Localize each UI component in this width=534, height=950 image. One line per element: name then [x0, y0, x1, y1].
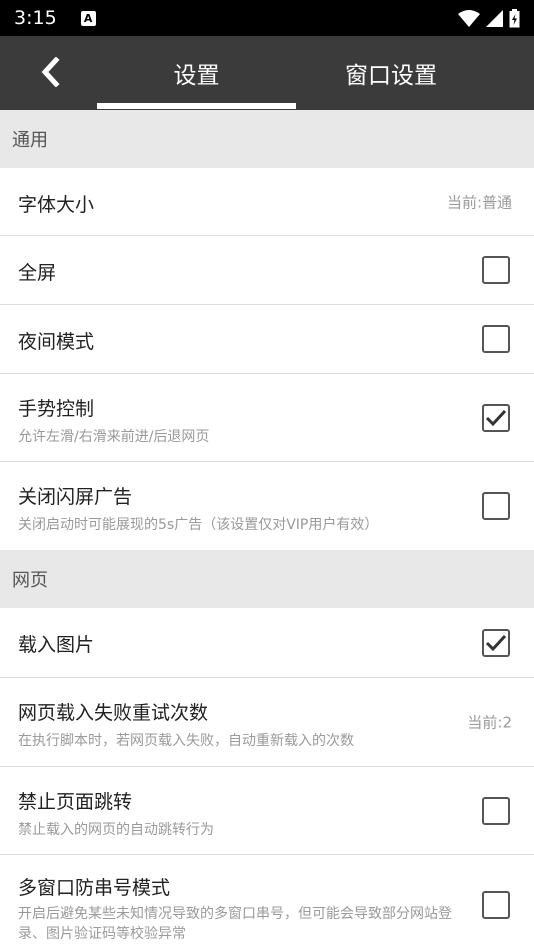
setting-title: 网页载入失败重试次数 — [18, 702, 209, 724]
fullscreen-checkbox[interactable] — [482, 256, 510, 284]
gesture-checkbox[interactable] — [482, 403, 510, 432]
check-icon — [485, 409, 507, 426]
setting-subtitle: 开启后避免某些未知情况导致的多窗口串号，但可能会导致部分网站登录、图片验证码等校… — [18, 906, 452, 942]
setting-gesture-control[interactable]: 手势控制 允许左滑/右滑来前进/后退网页 — [0, 374, 534, 462]
anti-mix-checkbox[interactable] — [482, 890, 510, 919]
setting-title: 载入图片 — [18, 634, 95, 656]
setting-subtitle: 允许左滑/右滑来前进/后退网页 — [18, 429, 210, 445]
setting-night-mode[interactable]: 夜间模式 — [0, 305, 534, 374]
setting-subtitle: 禁止载入的网页的自动跳转行为 — [18, 822, 214, 838]
section-header-general: 通用 — [0, 110, 534, 168]
night-mode-checkbox[interactable] — [482, 325, 510, 353]
wifi-icon — [458, 9, 480, 27]
no-redirect-checkbox[interactable] — [482, 796, 510, 825]
status-time: 3:15 — [14, 7, 57, 29]
setting-title: 字体大小 — [18, 194, 95, 216]
setting-font-size[interactable]: 字体大小 当前:普通 — [0, 168, 534, 236]
setting-title: 手势控制 — [18, 398, 95, 420]
setting-title: 关闭闪屏广告 — [18, 486, 133, 508]
setting-fullscreen[interactable]: 全屏 — [0, 236, 534, 305]
setting-anti-mix-mode[interactable]: 多窗口防串号模式 开启后避免某些未知情况导致的多窗口串号，但可能会导致部分网站登… — [0, 855, 534, 950]
splash-ad-checkbox[interactable] — [482, 492, 510, 520]
a-notification-icon: A — [80, 10, 96, 26]
setting-splash-ad[interactable]: 关闭闪屏广告 关闭启动时可能展现的5s广告（该设置仅对VIP用户有效） — [0, 462, 534, 550]
back-button[interactable] — [30, 52, 70, 92]
active-tab-indicator — [97, 103, 296, 109]
settings-list: 通用 字体大小 当前:普通 全屏 夜间模式 手势控制 允许左滑/右滑来前进/后退… — [0, 110, 534, 950]
setting-subtitle: 关闭启动时可能展现的5s广告（该设置仅对VIP用户有效） — [18, 517, 379, 533]
setting-value: 当前:2 — [467, 713, 512, 732]
app-bar: 设置 窗口设置 — [0, 36, 534, 110]
signal-icon — [486, 9, 503, 27]
setting-load-images[interactable]: 载入图片 — [0, 608, 534, 678]
setting-retry-count[interactable]: 网页载入失败重试次数 在执行脚本时，若网页载入失败，自动重新载入的次数 当前:2 — [0, 678, 534, 767]
battery-icon — [509, 8, 520, 27]
setting-title: 夜间模式 — [18, 331, 95, 353]
setting-title: 禁止页面跳转 — [18, 791, 133, 813]
setting-title: 多窗口防串号模式 — [18, 877, 171, 899]
tab-window-settings[interactable]: 窗口设置 — [296, 36, 486, 110]
setting-title: 全屏 — [18, 262, 57, 284]
setting-subtitle: 在执行脚本时，若网页载入失败，自动重新载入的次数 — [18, 733, 354, 749]
setting-no-redirect[interactable]: 禁止页面跳转 禁止载入的网页的自动跳转行为 — [0, 767, 534, 855]
tab-settings[interactable]: 设置 — [97, 36, 296, 110]
setting-value: 当前:普通 — [446, 193, 512, 211]
check-icon — [485, 634, 507, 651]
status-icons — [458, 8, 520, 28]
section-header-web: 网页 — [0, 550, 534, 608]
load-images-checkbox[interactable] — [482, 628, 510, 657]
status-bar: 3:15 A — [0, 0, 534, 36]
chevron-left-icon — [41, 57, 60, 87]
